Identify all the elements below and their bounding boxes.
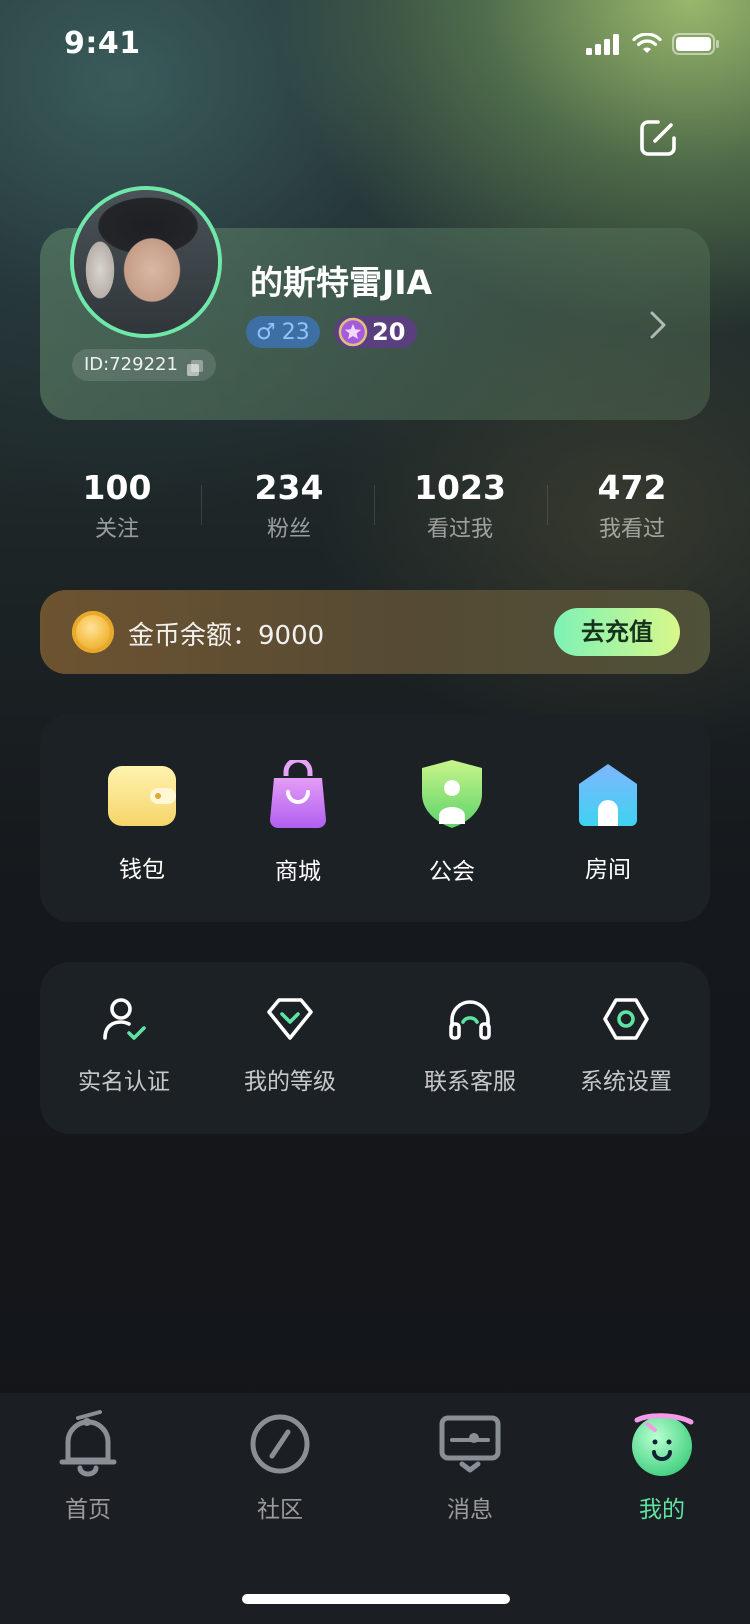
wallet-icon <box>108 766 176 826</box>
status-icons <box>586 32 720 56</box>
tab-mine[interactable]: 我的 <box>592 1406 732 1524</box>
feature-label: 钱包 <box>119 857 165 883</box>
tool-real-name-verify[interactable]: 实名认证 <box>44 996 204 1096</box>
user-verified-icon <box>103 998 146 1040</box>
feature-label: 公会 <box>429 859 475 885</box>
status-time: 9:41 <box>64 26 141 61</box>
house-icon <box>579 764 637 826</box>
bell-home-icon <box>59 1410 117 1477</box>
tab-messages[interactable]: 消息 <box>400 1406 540 1524</box>
level-value: 20 <box>372 318 406 346</box>
mine-face-icon <box>632 1413 694 1476</box>
feature-label: 房间 <box>585 857 631 883</box>
divider <box>201 485 202 525</box>
stat-viewed-me[interactable]: 1023 看过我 <box>375 468 545 543</box>
username: 的斯特雷JIA <box>250 263 433 302</box>
headset-icon <box>449 1000 491 1040</box>
stat-label: 粉丝 <box>266 517 311 542</box>
feature-guild[interactable]: 公会 <box>372 758 532 886</box>
wifi-icon <box>632 33 662 53</box>
avatar[interactable] <box>70 186 222 338</box>
compass-icon <box>250 1414 310 1474</box>
battery-icon <box>672 33 719 55</box>
tab-label: 消息 <box>447 1497 493 1523</box>
tab-community[interactable]: 社区 <box>210 1406 350 1524</box>
hex-settings-icon <box>603 998 649 1040</box>
tool-label: 实名认证 <box>78 1069 170 1095</box>
stat-value: 234 <box>254 468 324 507</box>
signal-icon <box>586 34 619 55</box>
tool-label: 我的等级 <box>244 1069 336 1095</box>
guild-shield-icon <box>422 760 482 828</box>
tool-my-level[interactable]: 我的等级 <box>210 996 370 1096</box>
shopping-bag-icon <box>270 757 326 828</box>
tab-label: 我的 <box>639 1497 685 1523</box>
stat-following[interactable]: 100 关注 <box>32 468 202 543</box>
feature-wallet[interactable]: 钱包 <box>62 764 222 884</box>
diamond-level-icon <box>267 998 313 1040</box>
user-id-pill[interactable]: ID:729221 <box>72 349 216 381</box>
message-icon <box>439 1415 501 1473</box>
tab-label: 社区 <box>257 1497 303 1523</box>
age-value: 23 <box>281 319 310 345</box>
stat-value: 1023 <box>414 468 506 507</box>
tab-home[interactable]: 首页 <box>18 1406 158 1524</box>
tool-label: 联系客服 <box>424 1069 516 1095</box>
stat-fans[interactable]: 234 粉丝 <box>204 468 374 543</box>
copy-icon[interactable] <box>186 356 204 376</box>
level-medal-icon <box>338 317 368 347</box>
home-indicator <box>242 1594 510 1604</box>
stat-label: 关注 <box>94 517 139 542</box>
tab-label: 首页 <box>65 1497 111 1523</box>
stat-i-viewed[interactable]: 472 我看过 <box>547 468 717 543</box>
feature-label: 商城 <box>275 859 321 885</box>
edit-profile-icon[interactable] <box>638 118 678 158</box>
feature-mall[interactable]: 商城 <box>218 757 378 886</box>
level-badge: 20 <box>334 316 418 348</box>
tool-customer-service[interactable]: 联系客服 <box>390 996 550 1096</box>
stat-value: 472 <box>597 468 667 507</box>
tool-label: 系统设置 <box>580 1069 672 1095</box>
user-id-text: ID:729221 <box>84 354 178 375</box>
feature-room[interactable]: 房间 <box>528 762 688 884</box>
stat-label: 看过我 <box>426 517 493 542</box>
gender-age-badge: ♂ 23 <box>246 316 320 348</box>
stat-value: 100 <box>82 468 152 507</box>
gold-coin-icon <box>72 611 114 653</box>
chevron-right-icon[interactable] <box>648 310 668 340</box>
male-icon: ♂ <box>256 319 276 345</box>
stat-label: 我看过 <box>598 517 665 542</box>
coin-balance-text: 金币余额：9000 <box>128 621 325 651</box>
tool-system-settings[interactable]: 系统设置 <box>546 996 706 1096</box>
recharge-button[interactable]: 去充值 <box>554 608 680 656</box>
